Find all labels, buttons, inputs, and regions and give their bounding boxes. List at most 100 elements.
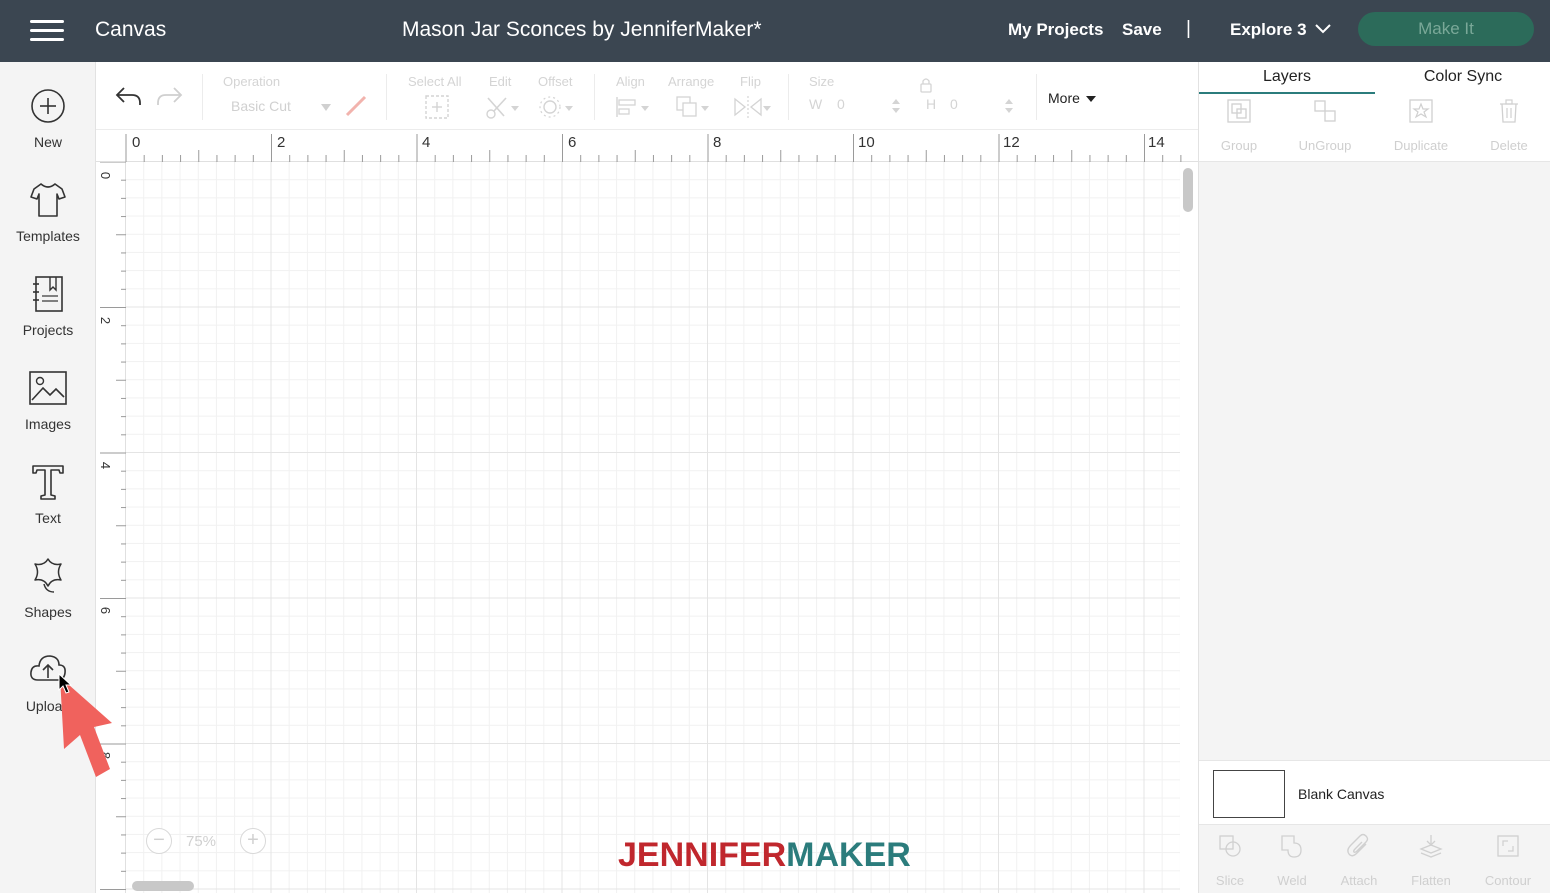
ruler-label: 2 [277,134,286,151]
duplicate-label: Duplicate [1393,138,1449,153]
delete-label: Delete [1490,138,1528,153]
tshirt-icon [30,183,66,217]
sidebar-item-label: Projects [22,322,74,338]
slice-label: Slice [1215,873,1245,888]
zoom-in-button[interactable]: + [240,828,266,854]
horizontal-scrollbar[interactable] [132,881,194,891]
mouse-cursor-icon [58,673,73,694]
lock-icon[interactable] [919,76,933,94]
text-t-icon [32,465,64,500]
design-canvas[interactable]: 0 2 4 6 8 10 12 14 0 2 4 6 8 − 75% + JEN… [96,130,1198,893]
align-icon[interactable] [614,94,650,120]
pen-color-icon[interactable] [344,94,368,118]
machine-selector[interactable]: Explore 3 [1230,20,1307,40]
flatten-label: Flatten [1411,873,1451,888]
offset-icon[interactable] [538,94,574,120]
toolbar-separator [788,74,789,120]
attach-label: Attach [1340,873,1378,888]
paperclip-icon [1347,833,1369,857]
caret-down-icon [321,104,331,111]
notebook-icon [33,276,63,312]
ruler-label: 4 [422,134,431,151]
ruler-label: 14 [1148,134,1165,151]
toolbar-separator [202,74,203,120]
group-label: Group [1220,138,1258,153]
blank-canvas-swatch[interactable] [1213,770,1285,818]
sidebar-item-images[interactable]: Images [0,368,96,448]
ungroup-label: UnGroup [1298,138,1352,153]
save-button[interactable]: Save [1122,20,1162,40]
select-all-icon[interactable] [424,94,450,120]
top-bar: Canvas Mason Jar Sconces by JenniferMake… [0,0,1550,62]
shapes-icon [34,558,62,593]
redo-icon[interactable] [156,84,184,108]
sidebar-item-label: Shapes [24,604,72,620]
sidebar-item-projects[interactable]: Projects [0,274,96,354]
width-stepper-icon[interactable] [891,98,901,114]
flip-icon[interactable] [732,94,772,120]
sidebar-item-label: Templates [16,228,80,244]
tab-layers[interactable]: Layers [1199,68,1375,86]
ruler-label: 10 [858,134,875,151]
ruler-label: 0 [98,171,114,180]
app-title: Canvas [95,18,167,41]
blank-canvas-row[interactable]: Blank Canvas [1199,760,1550,824]
watermark-part: JENNIFER [618,836,787,874]
width-field[interactable]: W 0 [809,96,845,112]
toolbar-separator [594,74,595,120]
zoom-level: 75% [186,833,217,850]
operation-label: Operation [223,74,281,89]
chevron-down-icon[interactable] [1314,22,1332,36]
sidebar-item-label: Images [25,416,71,432]
undo-icon[interactable] [114,84,142,108]
image-icon [29,371,67,405]
more-menu-button[interactable]: More [1048,90,1096,106]
offset-label: Offset [538,74,573,89]
topbar-divider: | [1186,18,1191,39]
arrange-icon[interactable] [674,94,710,120]
contour-icon [1497,835,1519,857]
contour-label: Contour [1484,873,1532,888]
make-it-button[interactable]: Make It [1358,12,1534,46]
trash-icon [1500,99,1518,123]
ruler-label: 2 [98,316,114,325]
sidebar-item-text[interactable]: Text [0,462,96,542]
width-label: W [809,96,823,112]
canvas-grid[interactable] [126,162,1180,893]
select-all-label: Select All [408,74,462,89]
sidebar-item-templates[interactable]: Templates [0,180,96,260]
my-projects-link[interactable]: My Projects [1008,20,1103,40]
flip-label: Flip [740,74,761,89]
watermark-part: MAKER [786,836,911,874]
sidebar-item-new[interactable]: New [0,86,96,166]
toolbar-separator [386,74,387,120]
group-icon [1227,99,1251,123]
duplicate-icon [1409,99,1433,123]
operation-select[interactable]: Basic Cut [223,94,337,116]
edit-toolbar: Operation Basic Cut Select All Edit Offs… [96,62,1198,130]
weld-icon [1281,835,1302,858]
sidebar-item-shapes[interactable]: Shapes [0,556,96,636]
jennifermaker-watermark: JENNIFERMAKER [618,836,911,875]
layer-bottom-actions: Slice Weld Attach Flatten Contour [1199,824,1550,893]
zoom-out-button[interactable]: − [146,828,172,854]
hamburger-menu-icon[interactable] [30,18,64,44]
zoom-control: − 75% + [142,824,274,860]
project-title: Mason Jar Sconces by JenniferMaker* [402,18,762,41]
ruler-label: 6 [568,134,577,151]
width-value: 0 [837,96,845,112]
tab-color-sync[interactable]: Color Sync [1375,68,1550,86]
edit-label: Edit [489,74,512,89]
flatten-icon [1419,835,1443,858]
ruler-label: 6 [98,606,114,615]
blank-canvas-label: Blank Canvas [1298,786,1385,802]
ruler-label: 12 [1003,134,1020,151]
ruler-ticks [125,134,1182,162]
edit-scissors-icon[interactable] [484,94,520,120]
ungroup-icon [1314,100,1336,122]
panel-tabs: Layers Color Sync [1199,62,1550,94]
vertical-scrollbar[interactable] [1183,168,1193,212]
plus-circle-icon [31,89,65,123]
height-field[interactable]: H 0 [926,96,958,112]
height-stepper-icon[interactable] [1004,98,1014,114]
